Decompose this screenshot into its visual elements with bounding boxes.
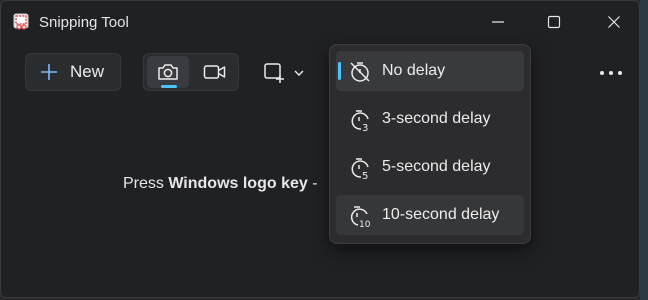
menu-item-5-second-delay[interactable]: 5 5-second delay (336, 147, 524, 187)
snip-mode-toggle (143, 53, 239, 91)
menu-item-label: No delay (382, 62, 446, 79)
instruction-key-name: Windows logo key (168, 175, 308, 192)
rectangle-snip-icon (264, 63, 284, 83)
timer-5-icon: 5 (351, 158, 369, 180)
menu-item-label: 5-second delay (382, 158, 491, 175)
menu-item-3-second-delay[interactable]: 3 3-second delay (336, 99, 524, 139)
menu-item-no-delay[interactable]: No delay (336, 51, 524, 91)
svg-text:3: 3 (362, 123, 368, 132)
snipping-tool-window: Snipping Tool New Press Windows logo key… (0, 0, 640, 298)
minimize-icon (492, 21, 504, 23)
timer-3-icon: 3 (351, 110, 369, 132)
new-snip-button[interactable]: New (25, 53, 121, 91)
maximize-button[interactable] (531, 5, 577, 39)
selected-item-indicator (338, 62, 341, 80)
maximize-icon (547, 15, 561, 29)
menu-item-10-second-delay[interactable]: 10 10-second delay (336, 195, 524, 235)
video-mode-button[interactable] (194, 56, 236, 88)
camera-icon (158, 64, 178, 80)
timer-10-icon: 10 (350, 206, 371, 228)
screenshot-mode-button[interactable] (147, 56, 189, 88)
instruction-prefix: Press (123, 175, 169, 192)
title-bar: Snipping Tool (1, 1, 639, 43)
menu-item-label: 10-second delay (382, 206, 500, 223)
selected-mode-indicator (161, 85, 177, 88)
capture-instruction-text: Press Windows logo key - (123, 175, 318, 193)
more-options-button[interactable] (593, 57, 629, 89)
more-horizontal-icon (600, 71, 622, 75)
instruction-suffix: - (307, 175, 318, 192)
app-title: Snipping Tool (39, 14, 129, 31)
background-edge (640, 0, 648, 300)
snip-shape-dropdown[interactable] (263, 57, 315, 89)
svg-text:5: 5 (362, 171, 368, 180)
snipping-tool-app-icon (13, 13, 29, 30)
chevron-down-icon (294, 70, 304, 76)
svg-text:10: 10 (359, 220, 371, 228)
timer-off-icon (350, 62, 370, 82)
video-camera-icon (203, 65, 226, 79)
menu-item-label: 3-second delay (382, 110, 491, 127)
minimize-button[interactable] (475, 5, 521, 39)
toolbar: New (1, 43, 639, 105)
close-button[interactable] (591, 5, 637, 39)
close-icon (608, 16, 620, 28)
delay-dropdown-menu: No delay 3 3-second delay 5 5-second del… (329, 44, 531, 244)
plus-icon (41, 64, 57, 80)
new-button-label: New (70, 62, 105, 81)
